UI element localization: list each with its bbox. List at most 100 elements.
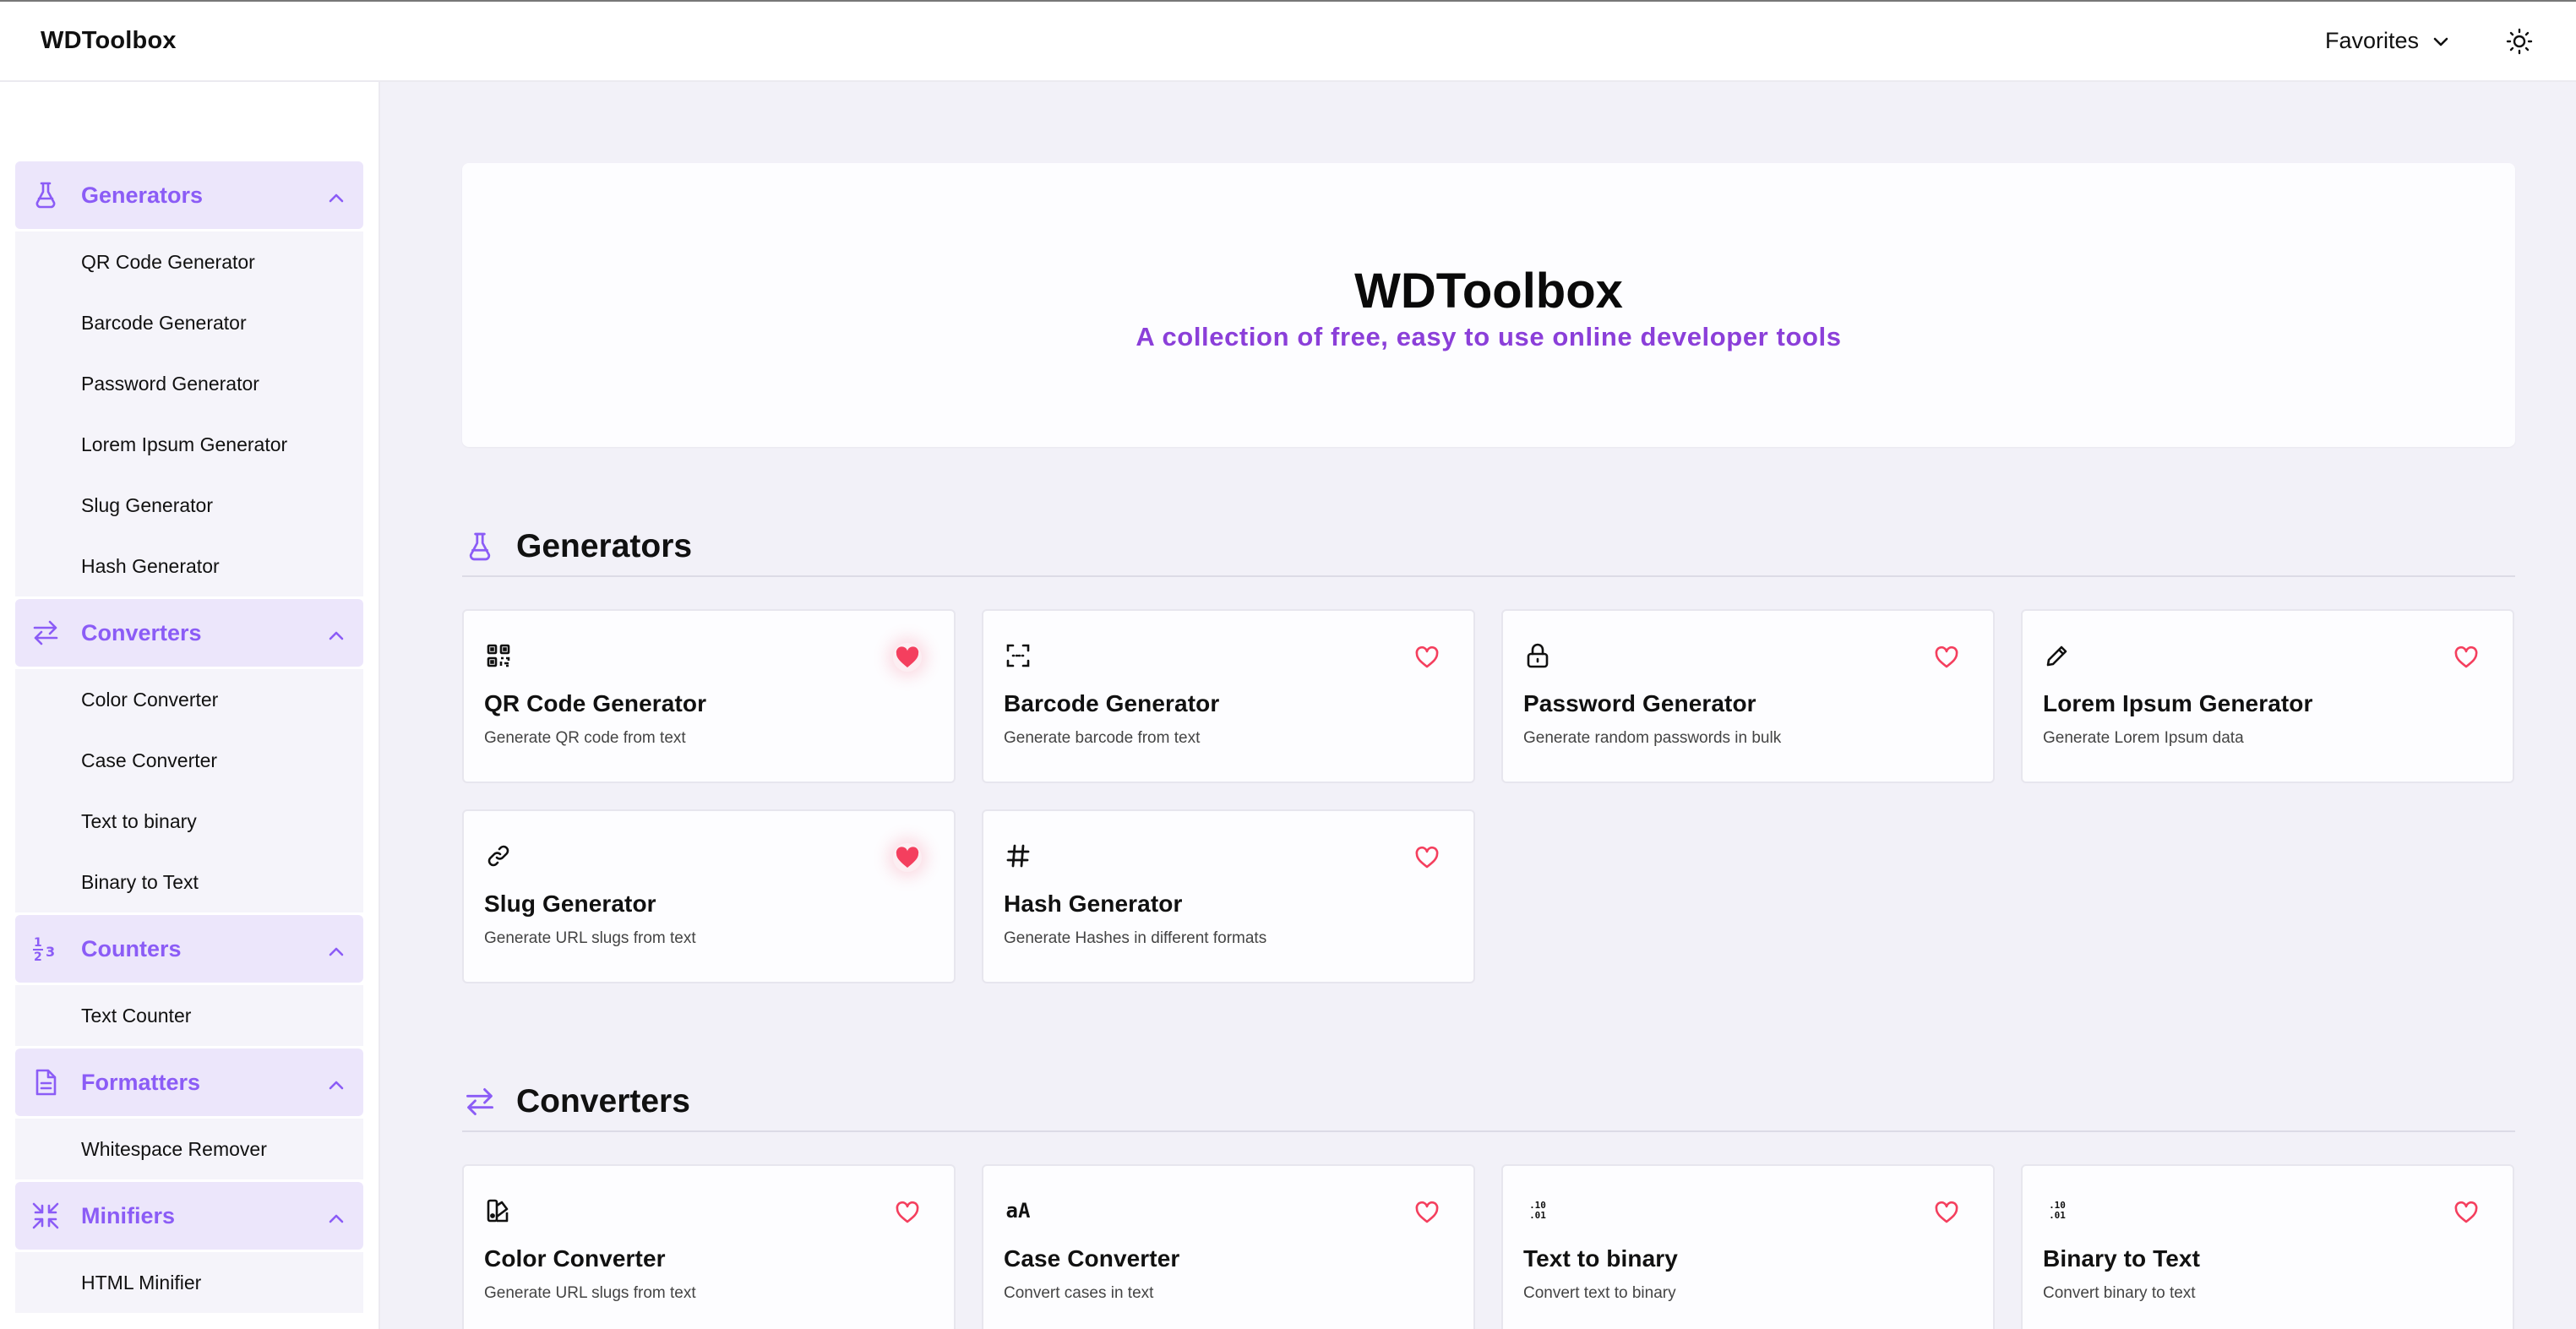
binary-icon: .10 .01: [1529, 1200, 1546, 1221]
section-header-converters: Converters: [462, 1083, 2515, 1132]
sidebar-group-label: Counters: [81, 935, 182, 961]
theme-toggle-button[interactable]: [2503, 25, 2535, 57]
sidebar-group-generators[interactable]: Generators: [15, 161, 363, 229]
section-title: Generators: [516, 528, 693, 564]
card-title: Lorem Ipsum Generator: [2043, 690, 2313, 716]
favorite-heart-button[interactable]: [2452, 643, 2481, 672]
card-title: Color Converter: [484, 1245, 666, 1272]
tool-card-qr-code-generator[interactable]: QR Code Generator Generate QR code from …: [462, 609, 956, 783]
card-description: Convert cases in text: [1004, 1284, 1154, 1302]
card-title: Case Converter: [1004, 1245, 1180, 1272]
card-description: Generate QR code from text: [484, 729, 686, 747]
heart-outline-icon: [1415, 645, 1439, 668]
chevron-up-icon: [328, 1203, 345, 1229]
heart-outline-icon: [1415, 846, 1439, 869]
chevron-up-icon: [328, 936, 345, 962]
arrows-swap-icon: [462, 1084, 498, 1119]
tool-card-password-generator[interactable]: Password Generator Generate random passw…: [1501, 609, 1995, 783]
sidebar-group-counters[interactable]: 1 2 3 Counters: [15, 915, 363, 983]
sidebar-item-password-generator[interactable]: Password Generator: [15, 353, 363, 414]
sidebar-group-items: Text Counter: [15, 985, 363, 1046]
case-icon: aA: [1005, 1199, 1031, 1223]
tool-card-binary-to-text[interactable]: .10 .01 Binary to Text Convert binary to…: [2021, 1164, 2514, 1329]
binary-icon: .10 .01: [2049, 1200, 2066, 1221]
chevron-up-icon: [328, 182, 345, 209]
tool-card-text-to-binary[interactable]: .10 .01 Text to binary Convert text to b…: [1501, 1164, 1995, 1329]
sidebar-group-formatters[interactable]: Formatters: [15, 1048, 363, 1116]
card-title: Password Generator: [1523, 690, 1756, 716]
card-description: Generate barcode from text: [1004, 729, 1201, 747]
favorite-heart-button[interactable]: [893, 843, 922, 872]
sidebar-group-label: Minifiers: [81, 1202, 176, 1228]
hero-subtitle: A collection of free, easy to use online…: [1136, 321, 1842, 351]
sidebar: Generators QR Code Generator Barcode Gen…: [0, 82, 380, 1329]
sidebar-item-hash-generator[interactable]: Hash Generator: [15, 536, 363, 596]
flask-icon: [462, 529, 498, 564]
sidebar-group-minifiers[interactable]: Minifiers: [15, 1182, 363, 1250]
favorites-label: Favorites: [2324, 28, 2419, 53]
favorite-heart-button[interactable]: [893, 1198, 922, 1227]
sidebar-item-lorem-ipsum-generator[interactable]: Lorem Ipsum Generator: [15, 414, 363, 475]
hash-icon: [1004, 842, 1032, 870]
favorite-heart-button[interactable]: [2452, 1198, 2481, 1227]
tool-card-barcode-generator[interactable]: Barcode Generator Generate barcode from …: [982, 609, 1475, 783]
favorite-heart-button[interactable]: [1413, 643, 1441, 672]
favorite-heart-button[interactable]: [1932, 643, 1961, 672]
tool-card-hash-generator[interactable]: Hash Generator Generate Hashes in differ…: [982, 809, 1475, 983]
sidebar-item-whitespace-remover[interactable]: Whitespace Remover: [15, 1119, 363, 1179]
card-description: Convert text to binary: [1523, 1284, 1676, 1302]
favorite-heart-button[interactable]: [893, 643, 922, 672]
card-title: Text to binary: [1523, 1245, 1678, 1272]
favorite-heart-button[interactable]: [1413, 843, 1441, 872]
heart-outline-icon: [896, 1201, 919, 1223]
hero-banner: WDToolbox A collection of free, easy to …: [462, 163, 2515, 447]
lock-icon: [1523, 641, 1552, 670]
tool-card-slug-generator[interactable]: Slug Generator Generate URL slugs from t…: [462, 809, 956, 983]
arrows-swap-icon: [30, 618, 61, 648]
main-content: WDToolbox A collection of free, easy to …: [380, 82, 2576, 1329]
hero-title: WDToolbox: [1354, 264, 1623, 319]
svg-text:2: 2: [34, 950, 42, 963]
sidebar-group-items: QR Code Generator Barcode Generator Pass…: [15, 231, 363, 596]
brand-logo-text[interactable]: WDToolbox: [41, 27, 177, 55]
tool-card-lorem-ipsum-generator[interactable]: Lorem Ipsum Generator Generate Lorem Ips…: [2021, 609, 2514, 783]
sidebar-item-binary-to-text[interactable]: Binary to Text: [15, 852, 363, 912]
sidebar-item-barcode-generator[interactable]: Barcode Generator: [15, 292, 363, 353]
numbers-icon: 1 2 3: [30, 934, 61, 964]
heart-outline-icon: [2454, 1201, 2478, 1223]
card-description: Generate Lorem Ipsum data: [2043, 729, 2244, 747]
barcode-icon: [1004, 641, 1032, 670]
heart-outline-icon: [1935, 645, 1958, 668]
sidebar-group-converters[interactable]: Converters: [15, 599, 363, 667]
sidebar-group-items: Color Converter Case Converter Text to b…: [15, 669, 363, 912]
palette-icon: [484, 1196, 513, 1225]
sidebar-group-items: HTML Minifier: [15, 1252, 363, 1313]
sidebar-item-slug-generator[interactable]: Slug Generator: [15, 475, 363, 536]
sidebar-item-text-to-binary[interactable]: Text to binary: [15, 791, 363, 852]
tool-grid-generators: QR Code Generator Generate QR code from …: [462, 609, 2515, 983]
flask-icon: [30, 180, 61, 210]
chevron-up-icon: [328, 1070, 345, 1096]
favorite-heart-button[interactable]: [1932, 1198, 1961, 1227]
tool-card-color-converter[interactable]: Color Converter Generate URL slugs from …: [462, 1164, 956, 1329]
favorite-heart-button[interactable]: [1413, 1198, 1441, 1227]
sidebar-item-color-converter[interactable]: Color Converter: [15, 669, 363, 730]
sidebar-item-case-converter[interactable]: Case Converter: [15, 730, 363, 791]
card-description: Generate URL slugs from text: [484, 1284, 696, 1302]
sidebar-item-html-minifier[interactable]: HTML Minifier: [15, 1252, 363, 1313]
svg-text:3: 3: [46, 944, 55, 960]
sidebar-group-label: Formatters: [81, 1069, 201, 1095]
tool-card-case-converter[interactable]: aA Case Converter Convert cases in text: [982, 1164, 1475, 1329]
sidebar-item-qr-code-generator[interactable]: QR Code Generator: [15, 231, 363, 292]
heart-filled-icon: [896, 847, 919, 868]
qr-code-icon: [484, 641, 513, 670]
document-icon: [30, 1067, 61, 1098]
heart-filled-icon: [896, 646, 919, 667]
chevron-down-icon: [2432, 28, 2449, 54]
heart-outline-icon: [1935, 1201, 1958, 1223]
card-title: Barcode Generator: [1004, 690, 1220, 716]
top-bar: WDToolbox Favorites: [0, 0, 2576, 82]
section-title: Converters: [516, 1083, 690, 1119]
favorites-dropdown[interactable]: Favorites: [2325, 28, 2449, 54]
sidebar-item-text-counter[interactable]: Text Counter: [15, 985, 363, 1046]
